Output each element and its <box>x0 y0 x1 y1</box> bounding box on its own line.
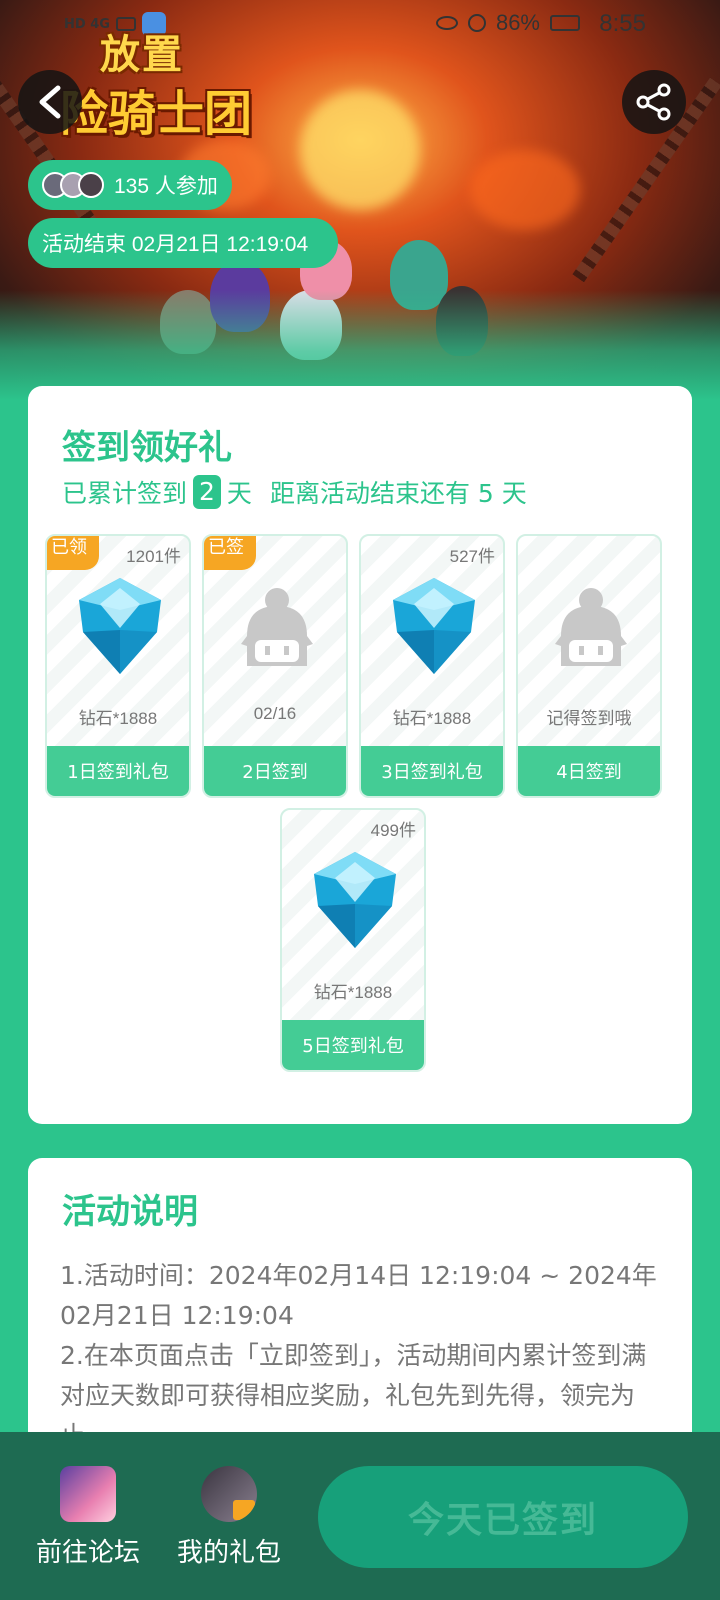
gift-avatar-icon <box>201 1466 257 1522</box>
game-logo: 放置 险骑士团 <box>60 32 253 142</box>
go-to-forum-button[interactable]: 前往论坛 <box>28 1466 148 1569</box>
forum-game-icon <box>60 1466 116 1522</box>
claimed-corner-badge: 已领 <box>47 536 99 570</box>
alarm-icon <box>467 14 486 32</box>
rules-line: 1.活动时间：2024年02月14日 12:19:04 ~ 2024年02月21… <box>60 1261 657 1330</box>
participants-count: 135 人参加 <box>114 175 218 198</box>
battery-icon <box>550 15 580 31</box>
avatar <box>78 172 104 198</box>
participants-badge: 135 人参加 <box>28 160 232 210</box>
stock-count: 1201件 <box>126 547 181 566</box>
diamond-icon <box>393 578 475 674</box>
stock-count: 527件 <box>449 547 495 566</box>
days-signed-badge: 2 <box>193 475 221 509</box>
share-icon <box>636 83 671 121</box>
placeholder-avatar-icon <box>555 588 627 666</box>
placeholder-avatar-icon <box>241 588 313 666</box>
checkin-tile-day2[interactable]: 已签 02/16 2日签到 <box>202 534 348 798</box>
activity-end-time: 活动结束 02月21日 12:19:04 <box>28 218 338 268</box>
tile-footer: 3日签到礼包 <box>361 746 503 796</box>
rules-title: 活动说明 <box>62 1192 198 1232</box>
diamond-icon <box>79 578 161 674</box>
checkin-tile-day4[interactable]: 记得签到哦 4日签到 <box>516 534 662 798</box>
checkin-tile-day3[interactable]: 527件 钻石*1888 3日签到礼包 <box>359 534 505 798</box>
eye-icon <box>435 16 458 30</box>
checkin-title: 签到领好礼 <box>62 428 232 468</box>
tile-footer: 4日签到 <box>518 746 660 796</box>
share-button[interactable] <box>622 70 686 134</box>
participant-avatars <box>42 172 104 198</box>
checkin-tile-day5[interactable]: 499件 钻石*1888 5日签到礼包 <box>280 808 426 1072</box>
signed-corner-badge: 已签 <box>204 536 256 570</box>
checkin-summary: 已累计签到 2 天 距离活动结束还有 5 天 <box>62 475 527 509</box>
tile-footer: 1日签到礼包 <box>47 746 189 796</box>
rules-text: 1.活动时间：2024年02月14日 12:19:04 ~ 2024年02月21… <box>60 1256 660 1456</box>
my-gifts-button[interactable]: 我的礼包 <box>169 1466 289 1569</box>
clock: 8:55 <box>599 10 646 37</box>
gift-box-icon <box>233 1500 255 1520</box>
back-button[interactable] <box>18 70 82 134</box>
bottom-action-bar: 前往论坛 我的礼包 今天已签到 <box>0 1432 720 1600</box>
tile-footer: 5日签到礼包 <box>282 1020 424 1070</box>
battery-percent: 86% <box>495 10 540 35</box>
chevron-left-icon <box>39 85 61 119</box>
checkin-tile-day1[interactable]: 已领 1201件 钻石*1888 1日签到礼包 <box>45 534 191 798</box>
checkin-card: 签到领好礼 已累计签到 2 天 距离活动结束还有 5 天 已领 1201件 钻石… <box>28 386 692 1124</box>
tile-footer: 2日签到 <box>204 746 346 796</box>
stock-count: 499件 <box>370 821 416 840</box>
diamond-icon <box>314 852 396 948</box>
signed-today-button[interactable]: 今天已签到 <box>318 1466 688 1568</box>
status-right: 86% <box>435 10 580 36</box>
